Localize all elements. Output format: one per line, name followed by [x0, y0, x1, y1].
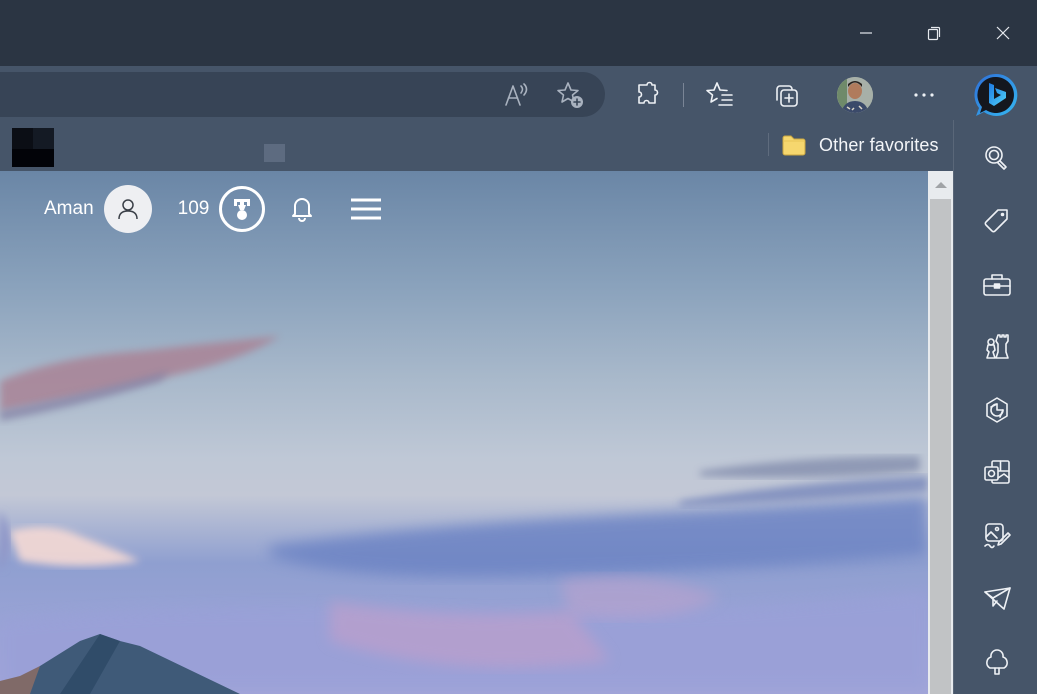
read-aloud-button[interactable] — [498, 77, 534, 113]
web-page-content: Aman 109 — [0, 171, 928, 694]
microsoft-365-icon — [986, 397, 1008, 423]
add-favorite-button[interactable] — [552, 77, 588, 113]
sidebar-tools-button[interactable] — [977, 265, 1017, 305]
search-icon — [985, 146, 1007, 170]
outlook-icon — [984, 460, 1010, 484]
vertical-scrollbar[interactable] — [928, 171, 953, 694]
minimize-icon — [860, 32, 872, 34]
favorites-icon — [706, 82, 733, 106]
close-button[interactable] — [983, 18, 1023, 48]
extensions-button[interactable] — [629, 77, 665, 113]
sidebar-outlook-button[interactable] — [977, 453, 1017, 493]
more-options-button[interactable] — [906, 77, 942, 113]
rewards-medal-icon — [234, 199, 251, 220]
sidebar-e-tree-button[interactable] — [977, 642, 1017, 682]
profile-avatar[interactable] — [837, 77, 873, 113]
title-bar — [0, 0, 1037, 66]
games-icon — [986, 334, 1009, 359]
restore-icon — [927, 26, 941, 41]
other-favorites-button[interactable]: Other favorites — [781, 130, 939, 160]
minimize-button[interactable] — [846, 18, 886, 48]
image-creator-icon — [984, 523, 1011, 549]
rewards-points[interactable]: 109 — [178, 198, 210, 220]
user-avatar-button[interactable] — [103, 185, 152, 233]
toolbar-divider — [683, 83, 684, 107]
favorites-bar: Other favorites — [0, 120, 953, 171]
rewards-button[interactable] — [219, 186, 266, 232]
sidebar-shopping-button[interactable] — [977, 201, 1017, 241]
favorite-item[interactable] — [12, 128, 54, 167]
read-aloud-icon — [505, 83, 528, 106]
favorites-divider — [768, 133, 769, 156]
sidebar-search-button[interactable] — [977, 138, 1017, 178]
edge-sidebar — [953, 120, 1037, 694]
other-favorites-label: Other favorites — [819, 134, 939, 155]
menu-button[interactable] — [349, 189, 383, 229]
page-header: Aman 109 — [44, 185, 383, 233]
collections-icon — [776, 85, 798, 107]
scroll-up-arrow-icon — [934, 181, 947, 188]
sidebar-games-button[interactable] — [977, 327, 1017, 367]
scroll-thumb[interactable] — [930, 199, 951, 694]
add-favorite-icon — [557, 82, 583, 108]
favorites-button[interactable] — [702, 77, 738, 113]
user-icon — [117, 199, 138, 220]
sidebar-drop-button[interactable] — [977, 579, 1017, 619]
scroll-up-button[interactable] — [928, 171, 953, 198]
tools-icon — [983, 274, 1011, 296]
profile-photo — [837, 77, 873, 113]
sidebar-image-creator-button[interactable] — [977, 516, 1017, 556]
folder-icon — [782, 135, 806, 156]
drop-send-icon — [984, 587, 1011, 610]
browser-toolbar — [0, 66, 1037, 120]
bing-chat-icon — [974, 73, 1018, 116]
close-icon — [996, 26, 1010, 40]
shopping-tag-icon — [984, 209, 1008, 233]
landscape-background — [0, 336, 928, 694]
restore-button[interactable] — [914, 18, 954, 48]
more-options-icon — [914, 93, 934, 97]
bing-chat-button[interactable] — [972, 71, 1020, 119]
favorite-item[interactable] — [264, 144, 285, 162]
bell-icon — [292, 198, 313, 222]
user-name[interactable]: Aman — [44, 198, 94, 220]
sidebar-office-button[interactable] — [977, 390, 1017, 430]
e-tree-icon — [986, 649, 1008, 675]
notifications-button[interactable] — [287, 189, 317, 229]
extensions-icon — [638, 81, 659, 104]
collections-button[interactable] — [768, 77, 804, 113]
hamburger-menu-icon — [351, 198, 382, 220]
